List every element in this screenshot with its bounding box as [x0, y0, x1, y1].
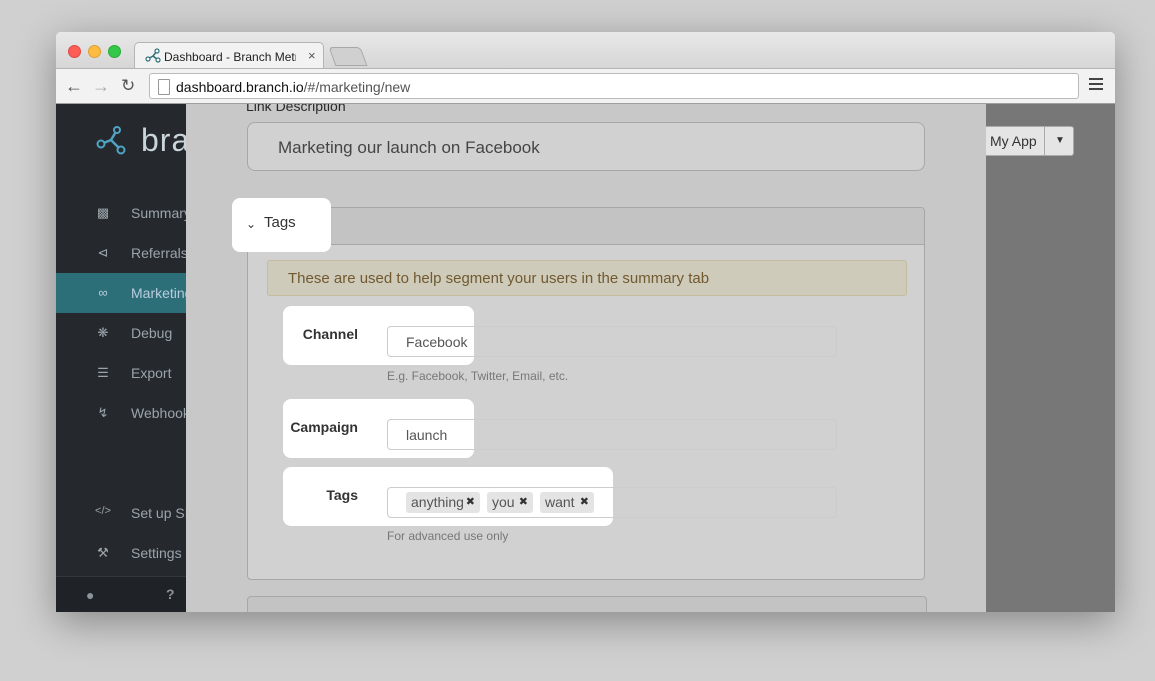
url-host: dashboard.branch.io	[176, 79, 304, 95]
tab-title: Dashboard - Branch Metrics	[164, 50, 296, 64]
tag-chip[interactable]: anything ✖	[406, 492, 480, 513]
sidebar: bra ▩ Summary ⊲ Referrals ∞ Marketing ❋ …	[56, 104, 204, 612]
sidebar-item-label: Settings	[131, 545, 182, 561]
sidebar-item-marketing[interactable]: ∞ Marketing	[56, 273, 192, 313]
bar-chart-icon: ▩	[96, 205, 110, 220]
tags-input[interactable]: anything ✖ you ✖ want ✖	[387, 487, 837, 518]
brand-name: bra	[141, 122, 191, 158]
address-bar[interactable]: dashboard.branch.io/#/marketing/new ☆	[149, 73, 1079, 99]
tag-chip[interactable]: you ✖	[487, 492, 533, 513]
branch-logo-icon	[145, 48, 161, 63]
sidebar-item-webhooks[interactable]: ↯ Webhooks	[56, 393, 197, 433]
chevron-down-icon: ⌄	[246, 217, 257, 231]
user-icon[interactable]: ●	[86, 587, 94, 603]
maximize-window-button[interactable]	[108, 45, 121, 58]
database-icon: ☰	[97, 365, 109, 380]
wrench-icon: ⚒	[97, 545, 109, 560]
create-link-modal: Link Description Marketing our launch on…	[186, 104, 986, 612]
sidebar-item-label: Debug	[131, 325, 173, 341]
campaign-input[interactable]: launch	[387, 419, 837, 450]
remove-tag-icon[interactable]: ✖	[519, 492, 528, 513]
channel-value: Facebook	[406, 334, 468, 350]
sidebar-item-summary[interactable]: ▩ Summary	[56, 193, 191, 233]
app-switcher[interactable]: My App ▼	[984, 126, 1074, 156]
help-icon[interactable]: ?	[166, 586, 175, 602]
url-path: /#/marketing/new	[303, 79, 411, 95]
forward-arrow-icon[interactable]: →	[92, 76, 110, 97]
close-window-button[interactable]	[68, 45, 81, 58]
url-text: dashboard.branch.io/#/marketing/new	[176, 79, 410, 95]
new-tab-button[interactable]	[328, 47, 368, 66]
sidebar-item-setup-sdk[interactable]: </> Set up SDK	[56, 493, 204, 533]
sidebar-item-label: Marketing	[131, 285, 193, 301]
channel-input[interactable]: Facebook	[387, 326, 837, 357]
sidebar-item-debug[interactable]: ❋ Debug	[56, 313, 186, 353]
tags-section-title: Tags	[264, 214, 296, 231]
browser-window: Dashboard - Branch Metrics × ← → ↻ dashb…	[56, 32, 1115, 612]
tags-label: Tags	[326, 487, 358, 503]
tags-toggle-spotlight[interactable]: ⌄ Tags	[232, 198, 331, 252]
hamburger-menu-icon[interactable]	[1089, 78, 1103, 92]
channel-label: Channel	[302, 326, 358, 342]
campaign-label: Campaign	[290, 419, 358, 435]
channel-help-text: E.g. Facebook, Twitter, Email, etc.	[387, 369, 569, 383]
page-content: bra ▩ Summary ⊲ Referrals ∞ Marketing ❋ …	[56, 104, 1115, 612]
back-arrow-icon[interactable]: ←	[65, 76, 83, 97]
remove-tag-icon[interactable]: ✖	[466, 492, 475, 513]
sidebar-item-referrals[interactable]: ⊲ Referrals	[56, 233, 188, 273]
tag-chip[interactable]: want ✖	[540, 492, 594, 513]
sidebar-item-label: Referrals	[131, 245, 188, 261]
sidebar-item-label: Summary	[131, 205, 191, 221]
minimize-window-button[interactable]	[88, 45, 101, 58]
sidebar-item-export[interactable]: ☰ Export	[56, 353, 186, 393]
sidebar-item-settings[interactable]: ⚒ Settings	[56, 533, 186, 573]
tags-help-text: For advanced use only	[387, 529, 509, 543]
app-switcher-label: My App	[990, 133, 1037, 149]
sidebar-footer: ● ?	[56, 576, 186, 612]
bolt-icon: ↯	[97, 405, 109, 420]
tab-strip: Dashboard - Branch Metrics ×	[56, 32, 1115, 70]
code-icon: </>	[95, 505, 111, 517]
share-icon: ⊲	[97, 245, 109, 260]
browser-tab[interactable]: Dashboard - Branch Metrics ×	[134, 42, 324, 70]
tag-label: want	[545, 494, 575, 510]
bug-icon: ❋	[97, 325, 109, 340]
branch-logo-icon	[96, 126, 126, 155]
browser-toolbar: ← → ↻ dashboard.branch.io/#/marketing/ne…	[56, 68, 1115, 104]
sidebar-item-label: Export	[131, 365, 172, 381]
close-tab-icon[interactable]: ×	[308, 48, 316, 63]
remove-tag-icon[interactable]: ✖	[580, 492, 589, 513]
tag-label: you	[492, 494, 515, 510]
campaign-value: launch	[406, 427, 448, 443]
page-icon	[158, 79, 170, 95]
link-icon: ∞	[98, 285, 108, 300]
tag-label: anything	[411, 494, 464, 510]
chevron-down-icon[interactable]: ▼	[1044, 127, 1075, 155]
reload-icon[interactable]: ↻	[121, 76, 135, 96]
